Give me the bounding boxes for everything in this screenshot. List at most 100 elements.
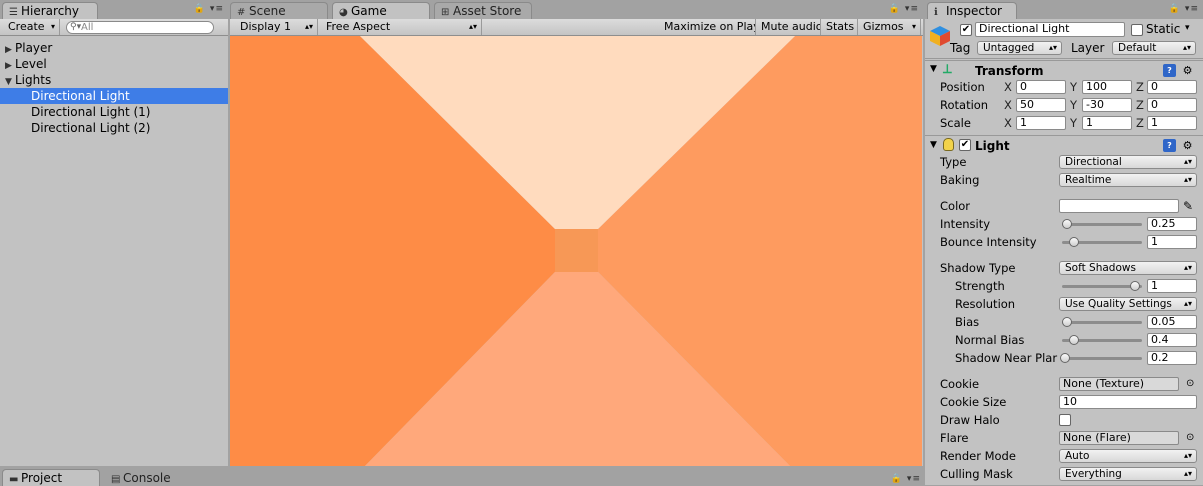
hierarchy-item-directional-light-2[interactable]: Directional Light (2) — [0, 120, 228, 136]
hierarchy-item-player[interactable]: ▶ Player — [0, 40, 228, 56]
shadow-near-plane-slider[interactable] — [1060, 353, 1142, 363]
render-mode-dropdown[interactable]: Auto ▴▾ — [1059, 449, 1197, 463]
intensity-row: Intensity 0.25 — [925, 215, 1203, 233]
search-icon: ⚲▾ — [70, 22, 82, 32]
baking-dropdown[interactable]: Realtime ▴▾ — [1059, 173, 1197, 187]
transform-axes-icon: ⟂ — [943, 62, 952, 77]
strength-slider[interactable] — [1062, 281, 1142, 291]
slider-thumb[interactable] — [1060, 353, 1070, 363]
normal-bias-input[interactable]: 0.4 — [1147, 333, 1197, 347]
display-dropdown[interactable]: Display 1 ▴▾ — [236, 19, 318, 35]
slider-thumb[interactable] — [1069, 335, 1080, 345]
draw-halo-checkbox[interactable] — [1059, 414, 1071, 426]
inspector-tabbar: ℹ Inspector 🔒 ▾≡ — [925, 0, 1203, 19]
slider-thumb[interactable] — [1061, 317, 1072, 327]
slider-thumb[interactable] — [1068, 237, 1079, 247]
bounce-intensity-input[interactable]: 1 — [1147, 235, 1197, 249]
mute-audio-button[interactable]: Mute audio — [757, 19, 821, 35]
hierarchy-item-directional-light[interactable]: Directional Light — [0, 88, 228, 104]
lock-menu-icon[interactable]: 🔒 ▾≡ — [194, 4, 224, 14]
rotation-x-input[interactable]: 50 — [1016, 98, 1066, 112]
lock-menu-icon[interactable]: 🔒 ▾≡ — [1169, 4, 1199, 14]
position-z-input[interactable]: 0 — [1147, 80, 1197, 94]
scale-y-input[interactable]: 1 — [1082, 116, 1132, 130]
cookie-object-field[interactable]: None (Texture) — [1059, 377, 1179, 391]
foldout-arrow-icon[interactable]: ▼ — [930, 140, 937, 150]
normal-bias-slider[interactable] — [1062, 335, 1142, 345]
color-swatch[interactable] — [1059, 199, 1179, 213]
hierarchy-item-lights[interactable]: ▼ Lights — [0, 72, 228, 88]
help-book-icon[interactable]: ? — [1163, 64, 1176, 77]
gear-icon[interactable]: ⚙ — [1181, 139, 1194, 152]
gear-icon[interactable]: ⚙ — [1181, 64, 1194, 77]
lock-menu-icon[interactable]: 🔒 ▾≡ — [891, 474, 921, 484]
hierarchy-item-directional-light-1[interactable]: Directional Light (1) — [0, 104, 228, 120]
light-header[interactable]: ▼ ✔ Light ? ⚙ — [925, 135, 1203, 155]
position-y-input[interactable]: 100 — [1082, 80, 1132, 94]
slider-thumb[interactable] — [1130, 281, 1140, 291]
shadow-near-plane-input[interactable]: 0.2 — [1147, 351, 1197, 365]
culling-mask-label: Culling Mask — [940, 467, 1013, 481]
culling-mask-dropdown[interactable]: Everything ▴▾ — [1059, 467, 1197, 481]
z-axis-label: Z — [1136, 80, 1144, 94]
transform-header[interactable]: ▼ ⟂ Transform ? ⚙ — [925, 60, 1203, 80]
flare-object-field[interactable]: None (Flare) — [1059, 431, 1179, 445]
tab-console[interactable]: ▤ Console — [104, 469, 188, 486]
bounce-intensity-row: Bounce Intensity 1 — [925, 233, 1203, 251]
light-enabled-checkbox[interactable]: ✔ — [959, 139, 971, 151]
rotation-y-input[interactable]: -30 — [1082, 98, 1132, 112]
foldout-arrow-icon[interactable]: ▼ — [930, 64, 937, 74]
game-viewport[interactable] — [230, 36, 922, 466]
active-checkbox[interactable]: ✔ — [960, 24, 972, 36]
lock-menu-icon[interactable]: 🔒 ▾≡ — [889, 4, 919, 14]
position-x-input[interactable]: 0 — [1016, 80, 1066, 94]
color-label: Color — [940, 199, 971, 213]
static-checkbox[interactable] — [1131, 24, 1143, 36]
flare-label: Flare — [940, 431, 969, 445]
slider-thumb[interactable] — [1062, 219, 1073, 229]
eyedropper-icon[interactable]: ✎ — [1183, 197, 1193, 215]
scale-x-input[interactable]: 1 — [1016, 116, 1066, 130]
object-picker-icon[interactable]: ⊙ — [1186, 375, 1194, 393]
tab-game[interactable]: ◕ Game — [332, 2, 430, 19]
static-dropdown-arrow-icon[interactable]: ▾ — [1185, 23, 1190, 33]
y-axis-label: Y — [1070, 98, 1078, 112]
tab-inspector[interactable]: ℹ Inspector — [927, 2, 1017, 19]
baking-row: Baking Realtime ▴▾ — [925, 171, 1203, 189]
tab-project[interactable]: ▬ Project — [2, 469, 100, 486]
layer-dropdown[interactable]: Default ▴▾ — [1112, 41, 1196, 55]
list-icon: ☰ — [9, 7, 18, 18]
type-dropdown[interactable]: Directional ▴▾ — [1059, 155, 1197, 169]
create-button[interactable]: Create ▾ — [4, 19, 60, 35]
tag-label: Tag — [950, 41, 971, 55]
resolution-label: Resolution — [955, 297, 1016, 311]
tab-asset-store[interactable]: ⊞ Asset Store — [434, 2, 532, 19]
aspect-dropdown[interactable]: Free Aspect ▴▾ — [322, 19, 482, 35]
strength-row: Strength 1 — [925, 277, 1203, 295]
y-axis-label: Y — [1070, 80, 1078, 94]
tab-hierarchy[interactable]: ☰ Hierarchy — [2, 2, 98, 19]
maximize-on-play-button[interactable]: Maximize on Play — [660, 19, 756, 35]
rotation-z-input[interactable]: 0 — [1147, 98, 1197, 112]
shadow-type-dropdown[interactable]: Soft Shadows ▴▾ — [1059, 261, 1197, 275]
bias-input[interactable]: 0.05 — [1147, 315, 1197, 329]
dropdown-arrow-icon: ▾ — [911, 22, 916, 31]
help-book-icon[interactable]: ? — [1163, 139, 1176, 152]
gizmos-button[interactable]: Gizmos ▾ — [859, 19, 921, 35]
tab-scene[interactable]: # Scene — [230, 2, 328, 19]
intensity-slider[interactable] — [1062, 219, 1142, 229]
dropdown-arrow-icon: ▴▾ — [1183, 157, 1192, 166]
cookie-size-input[interactable]: 10 — [1059, 395, 1197, 409]
hierarchy-search-input[interactable]: ⚲▾ All — [66, 21, 214, 34]
stats-button[interactable]: Stats — [822, 19, 858, 35]
bias-slider[interactable] — [1061, 317, 1142, 327]
intensity-input[interactable]: 0.25 — [1147, 217, 1197, 231]
scale-z-input[interactable]: 1 — [1147, 116, 1197, 130]
object-name-input[interactable]: Directional Light — [975, 22, 1125, 37]
object-picker-icon[interactable]: ⊙ — [1186, 429, 1194, 447]
tag-dropdown[interactable]: Untagged ▴▾ — [977, 41, 1062, 55]
hierarchy-item-level[interactable]: ▶ Level — [0, 56, 228, 72]
resolution-dropdown[interactable]: Use Quality Settings ▴▾ — [1059, 297, 1197, 311]
strength-input[interactable]: 1 — [1147, 279, 1197, 293]
bounce-intensity-slider[interactable] — [1062, 237, 1142, 247]
